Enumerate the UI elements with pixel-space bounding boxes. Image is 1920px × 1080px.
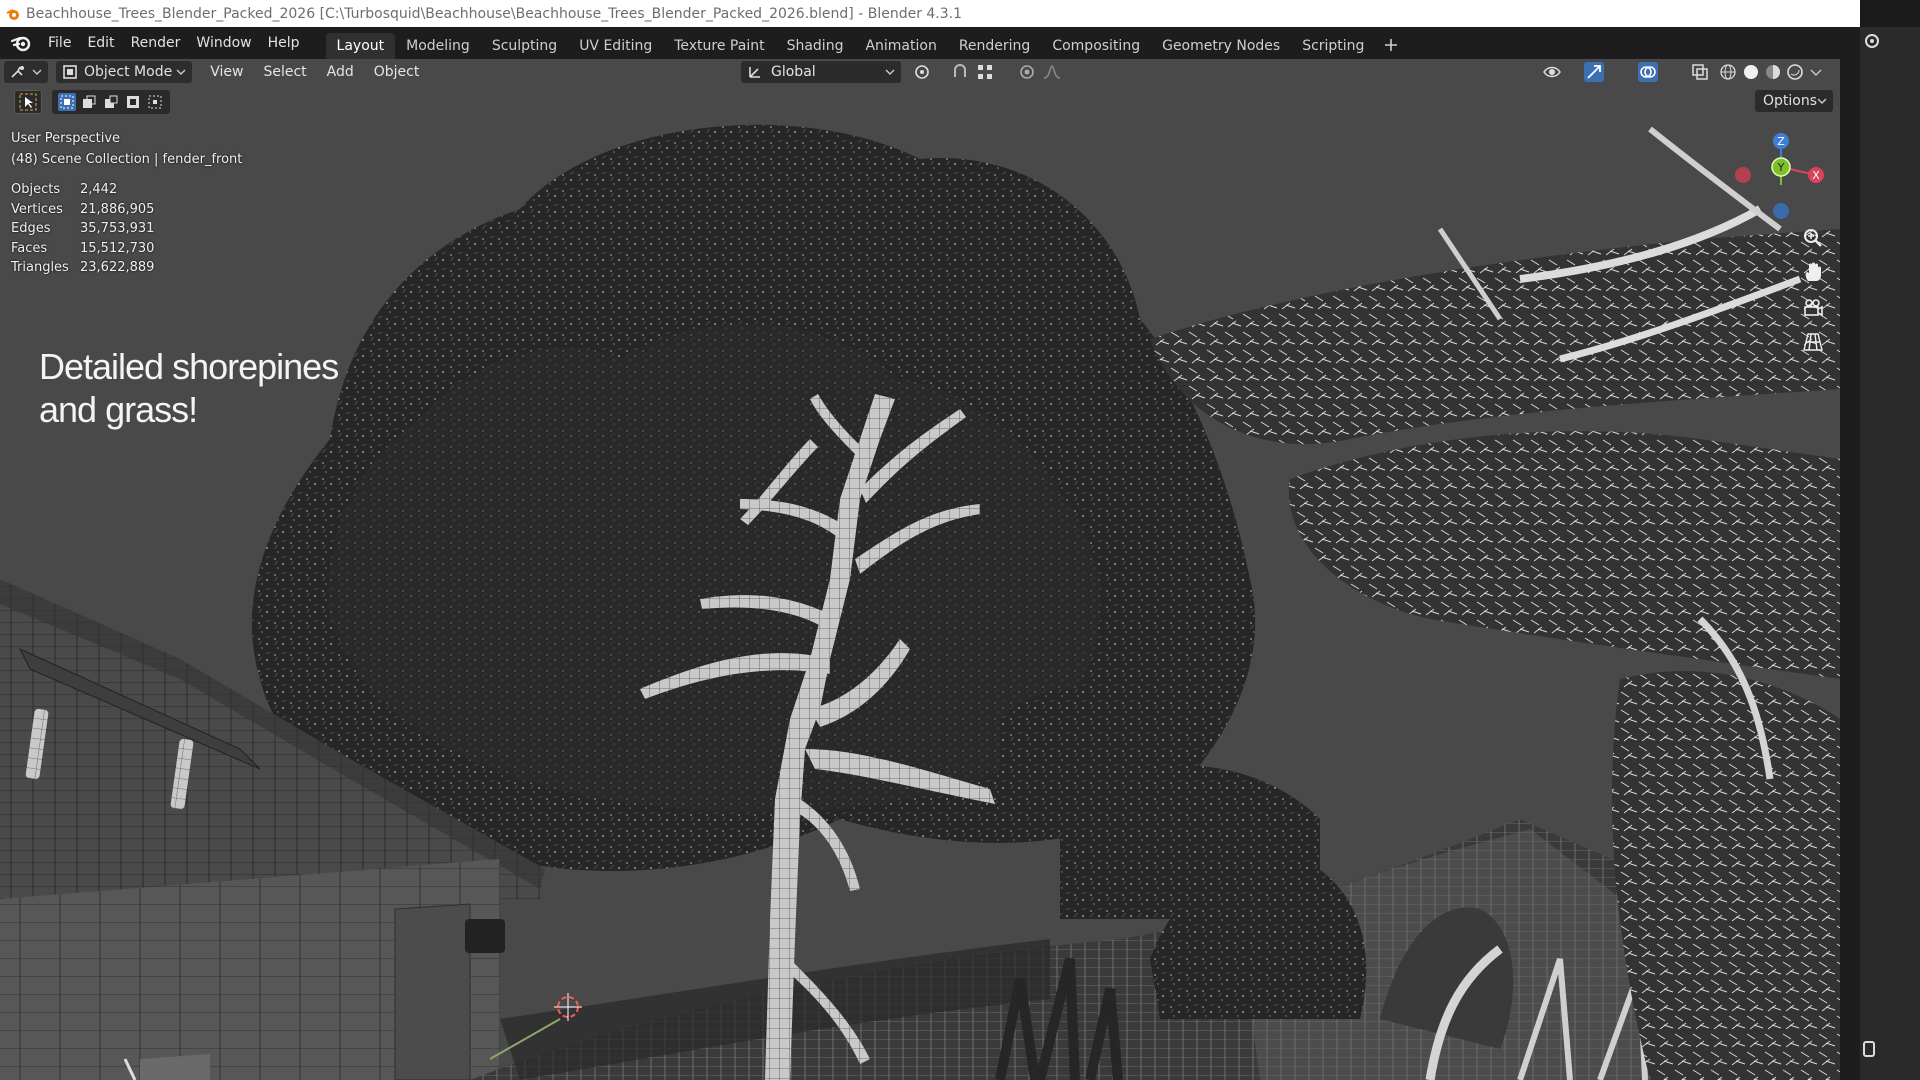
editor-type-button[interactable] (4, 61, 48, 83)
view-menu[interactable]: View (200, 64, 253, 80)
promo-caption: Detailed shorepines and grass! (39, 345, 339, 431)
object-mode-label: Object Mode (84, 64, 173, 80)
select-intersect-icon[interactable] (146, 93, 164, 111)
snap-target-icon[interactable] (975, 62, 995, 82)
gizmo-x-label: X (1812, 169, 1820, 182)
options-dropdown[interactable]: Options (1755, 90, 1833, 112)
stat-row: Objects 2,442 (11, 182, 118, 197)
select-cursor-icon (19, 93, 37, 111)
select-menu[interactable]: Select (253, 64, 316, 80)
zoom-icon[interactable] (1802, 227, 1824, 249)
pivot-point-icon[interactable] (912, 62, 932, 82)
tab-sculpting[interactable]: Sculpting (481, 33, 568, 59)
orientation-icon (749, 67, 760, 78)
selection-mode-group (52, 90, 170, 114)
edge-scroll-icon[interactable] (1862, 1040, 1876, 1058)
stat-row: Triangles 23,622,889 (11, 260, 155, 275)
gizmo-z-label: Z (1777, 135, 1785, 148)
pan-hand-icon[interactable] (1802, 261, 1824, 283)
edge-blender-icon[interactable] (1862, 31, 1880, 49)
menu-window[interactable]: Window (188, 31, 259, 55)
chevron-down-icon (885, 69, 895, 75)
xray-icon[interactable] (1690, 62, 1710, 82)
editor-type-icon (11, 66, 24, 78)
add-workspace-icon[interactable] (1381, 35, 1401, 55)
toolbar-row (14, 90, 170, 114)
tab-layout[interactable]: Layout (325, 33, 396, 59)
window-title: Beachhouse_Trees_Blender_Packed_2026 [C:… (26, 5, 963, 22)
window-title-bar: Beachhouse_Trees_Blender_Packed_2026 [C:… (0, 0, 1860, 27)
view-name: User Perspective (11, 131, 121, 146)
workspace-tabs: Layout Modeling Sculpting UV Editing Tex… (325, 27, 1402, 59)
object-menu[interactable]: Object (364, 64, 430, 80)
chevron-down-icon (32, 69, 42, 75)
viewport-info: User Perspective (48) Scene Collection |… (11, 128, 242, 170)
blender-app-icon (6, 8, 19, 20)
object-mode-icon (63, 65, 77, 79)
options-label: Options (1763, 93, 1818, 109)
tab-texture-paint[interactable]: Texture Paint (663, 33, 775, 59)
object-mode-dropdown[interactable]: Object Mode (56, 61, 193, 83)
navigation-gizmo[interactable]: Z X Y (1728, 125, 1838, 235)
shading-options-icon[interactable] (1809, 62, 1823, 82)
scene-statistics: Objects 2,442 Vertices 21,886,905 Edges 35,… (11, 180, 154, 278)
select-subtract-icon[interactable] (102, 93, 120, 111)
visibility-icon[interactable] (1542, 62, 1562, 82)
solid-shading-icon[interactable] (1741, 62, 1761, 82)
3d-viewport[interactable] (0, 59, 1840, 1080)
select-tool-button[interactable] (14, 90, 42, 114)
add-menu[interactable]: Add (317, 64, 364, 80)
falloff-icon[interactable] (1042, 62, 1062, 82)
menu-edit[interactable]: Edit (79, 31, 122, 55)
gizmo-y-label: Y (1777, 161, 1785, 174)
select-invert-icon[interactable] (124, 93, 142, 111)
stat-row: Faces 15,512,730 (11, 240, 155, 256)
menu-help[interactable]: Help (260, 31, 308, 55)
viewport-scene (0, 124, 1840, 1080)
menu-file[interactable]: File (40, 31, 79, 55)
promo-line-1: Detailed shorepines (39, 346, 339, 387)
wireframe-shading-icon[interactable] (1718, 62, 1738, 82)
chevron-down-icon (176, 69, 186, 75)
tab-uv-editing[interactable]: UV Editing (568, 33, 663, 59)
tab-geometry-nodes[interactable]: Geometry Nodes (1151, 33, 1291, 59)
stat-row: Edges 35,753,931 (11, 221, 155, 236)
rendered-shading-icon[interactable] (1785, 62, 1805, 82)
menu-render[interactable]: Render (123, 31, 189, 55)
transform-orientation-dropdown[interactable]: Global (741, 61, 901, 83)
perspective-grid-icon[interactable] (1802, 331, 1824, 353)
select-new-icon[interactable] (58, 93, 76, 111)
stat-row: Vertices 21,886,905 (11, 201, 155, 217)
gizmo-neg-x[interactable] (1735, 167, 1751, 183)
promo-line-2: and grass! (39, 389, 198, 430)
proportional-editing-icon[interactable] (1017, 62, 1037, 82)
scene-collection-info: (48) Scene Collection | fender_front (11, 152, 243, 167)
tab-modeling[interactable]: Modeling (395, 33, 481, 59)
gizmo-toggle-icon[interactable] (1584, 62, 1604, 82)
blender-logo-icon[interactable] (10, 32, 32, 54)
right-edge-panel (1860, 0, 1920, 1080)
camera-view-icon[interactable] (1802, 297, 1824, 319)
material-shading-icon[interactable] (1763, 62, 1783, 82)
tab-animation[interactable]: Animation (854, 33, 947, 59)
gizmo-neg-z[interactable] (1773, 203, 1789, 219)
tab-scripting[interactable]: Scripting (1291, 33, 1375, 59)
transform-orientation-label: Global (771, 64, 816, 80)
select-extend-icon[interactable] (80, 93, 98, 111)
tab-compositing[interactable]: Compositing (1041, 33, 1151, 59)
tab-shading[interactable]: Shading (776, 33, 855, 59)
tab-rendering[interactable]: Rendering (948, 33, 1042, 59)
overlays-icon[interactable] (1638, 62, 1658, 82)
top-menu-bar: File Edit Render Window Help Layout Mode… (0, 27, 1860, 59)
chevron-down-icon (1817, 98, 1827, 104)
snap-icon[interactable] (950, 62, 970, 82)
